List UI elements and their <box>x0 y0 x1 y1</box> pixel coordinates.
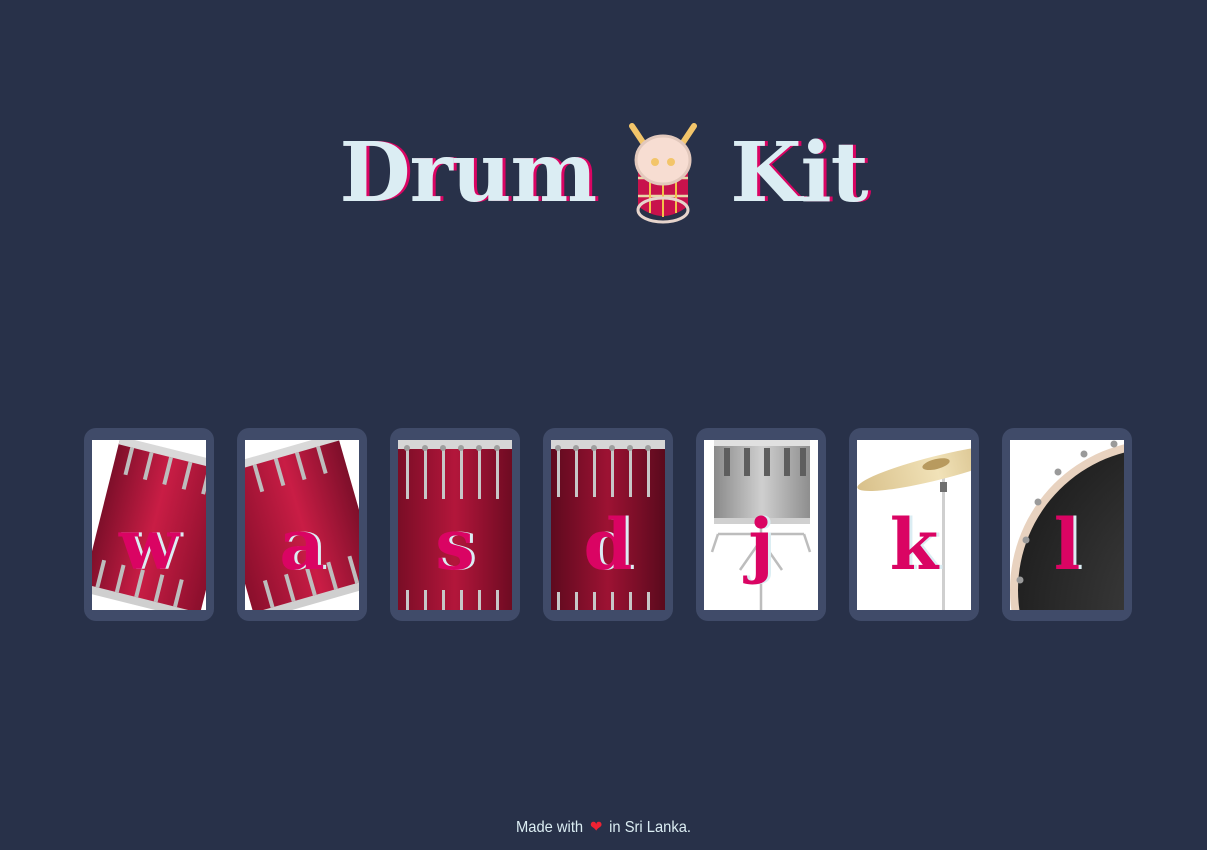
footer: Made with ❤ in Sri Lanka. <box>48 817 1158 837</box>
drum-button-s[interactable]: s <box>390 428 520 621</box>
footer-text-before: Made with <box>516 819 584 836</box>
drum-image-tom: w <box>92 439 206 610</box>
drum-image-bass-drum: l <box>1010 439 1124 610</box>
drum-with-sticks-icon <box>629 123 698 224</box>
drum-image-snare: s <box>398 439 512 610</box>
key-letter-j: j <box>748 502 774 586</box>
drum-button-k[interactable]: k <box>849 428 979 621</box>
page-title: Drum Kit <box>0 118 1207 228</box>
heart-icon: ❤ <box>589 819 603 836</box>
drum-button-j[interactable]: j <box>696 428 826 621</box>
footer-text-after: in Sri Lanka. <box>609 819 691 836</box>
drum-image-cymbal: k <box>857 439 971 610</box>
drum-button-d[interactable]: d <box>543 428 673 621</box>
key-letter-d: d <box>583 502 633 586</box>
drum-set: w a s d j k l <box>84 428 1132 621</box>
drum-button-l[interactable]: l <box>1002 428 1132 621</box>
drum-button-a[interactable]: a <box>237 428 367 621</box>
key-letter-l: l <box>1053 502 1081 586</box>
title-word-drum: Drum <box>339 125 598 221</box>
key-letter-s: s <box>435 502 475 586</box>
drum-image-tom: a <box>245 439 359 610</box>
key-letter-k: k <box>889 502 939 586</box>
drum-button-w[interactable]: w <box>84 428 214 621</box>
drum-image-silver-snare: j <box>704 439 818 610</box>
key-letter-w: w <box>118 502 180 586</box>
title-word-kit: Kit <box>730 125 868 221</box>
drum-image-floor-tom: d <box>551 439 665 610</box>
key-letter-a: a <box>279 502 325 586</box>
